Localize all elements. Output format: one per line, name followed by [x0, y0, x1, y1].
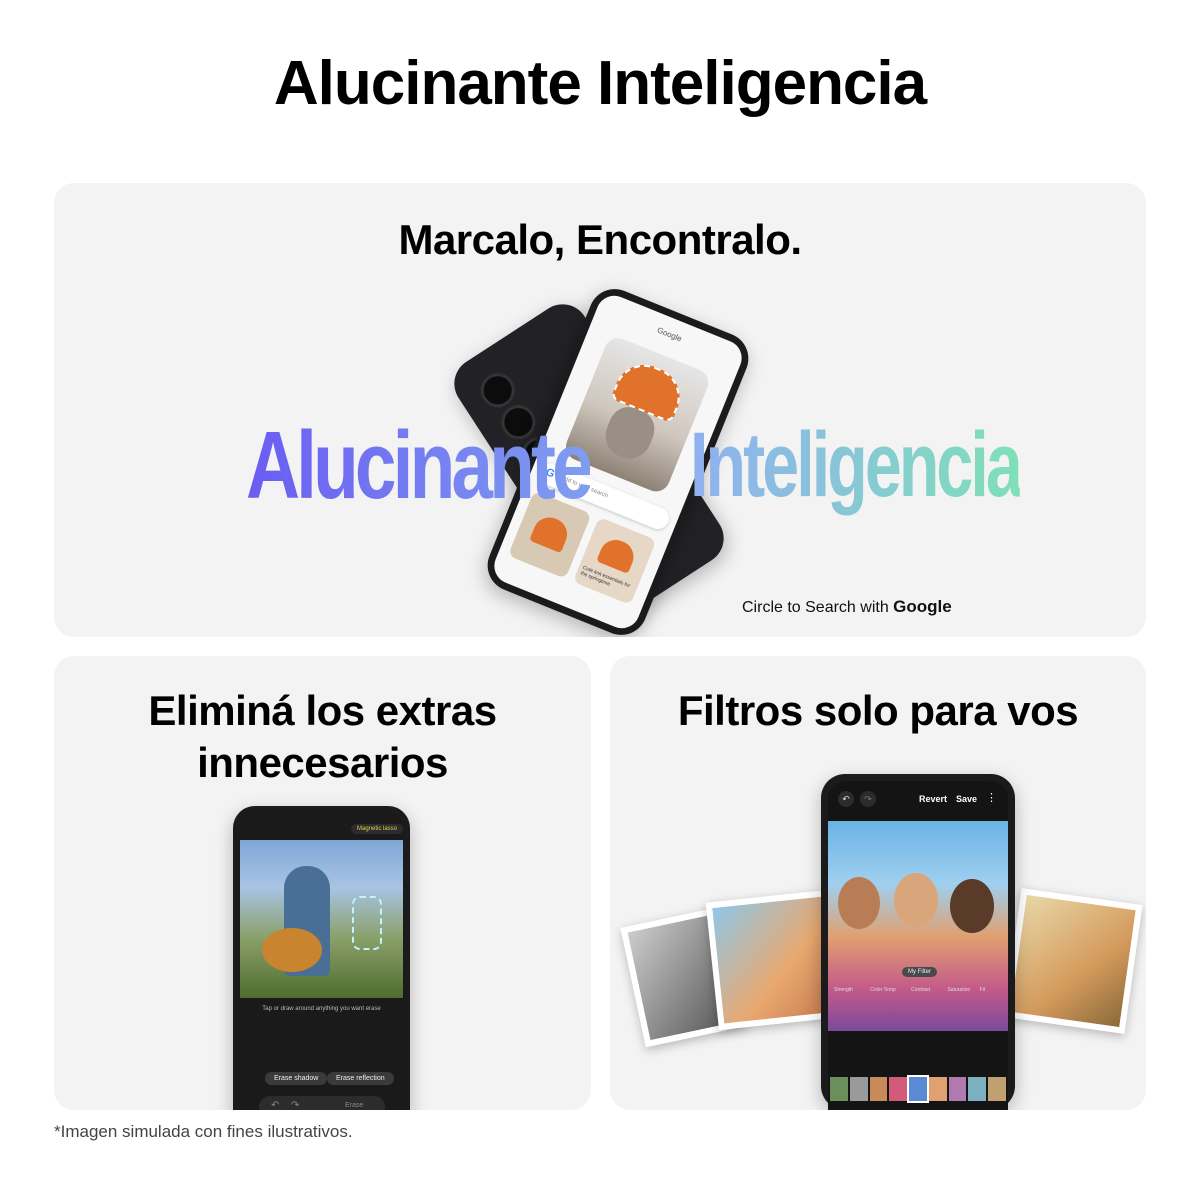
undo-icon[interactable]: ↶: [271, 1100, 279, 1110]
lasso-selection-icon: [352, 896, 382, 950]
filter-thumb[interactable]: [928, 1077, 947, 1101]
filters-phone: ↶ ↷ Revert Save ⋮ My Filter Strength Col…: [821, 774, 1015, 1110]
save-button[interactable]: Save: [956, 794, 977, 804]
filter-thumb[interactable]: [869, 1077, 888, 1101]
friends-photo: [828, 821, 1008, 1031]
filter-thumb[interactable]: [968, 1077, 987, 1101]
eraser-hint: Tap or draw around anything you want era…: [262, 1006, 381, 1012]
control-fil[interactable]: Fil: [980, 987, 985, 993]
filter-thumbnails: [830, 1075, 1007, 1103]
my-filter-chip[interactable]: My Filter: [902, 967, 937, 977]
control-color-temp[interactable]: Color Temp: [870, 987, 895, 993]
control-strength[interactable]: Strength: [834, 987, 853, 993]
photo-warm-right: [1003, 888, 1143, 1034]
hero-card: Marcalo, Encontralo. Google G Add to you…: [54, 183, 1146, 637]
main-title: Alucinante Inteligencia: [273, 49, 927, 118]
undo-icon[interactable]: ↶: [838, 791, 854, 807]
footnote: *Imagen simulada con fines ilustrativos.: [54, 1122, 353, 1141]
filter-thumb[interactable]: [907, 1075, 929, 1103]
word-inteligencia: Inteligencia: [690, 414, 1023, 516]
filter-thumb[interactable]: [988, 1077, 1007, 1101]
filters-card: Filtros solo para vos ↶ ↷ Revert Save ⋮ …: [610, 656, 1146, 1110]
erase-reflection-button[interactable]: Erase reflection: [327, 1072, 394, 1085]
filter-thumb[interactable]: [948, 1077, 967, 1101]
eraser-title-line1: Eliminá los extras: [148, 687, 497, 734]
erase-shadow-button[interactable]: Erase shadow: [265, 1072, 328, 1085]
control-saturation[interactable]: Saturation: [947, 987, 970, 993]
filter-thumb[interactable]: [849, 1077, 868, 1101]
caption-brand: Google: [893, 597, 952, 616]
redo-icon[interactable]: ↷: [291, 1100, 299, 1110]
circle-to-search-caption: Circle to Search with Google: [742, 597, 952, 617]
guitar-photo: [240, 840, 403, 998]
word-alucinante: Alucinante: [246, 412, 594, 519]
filter-controls: Strength Color Temp Contrast Saturation …: [834, 987, 1008, 993]
erase-toolbar: ↶ ↷ Erase: [259, 1096, 385, 1110]
guitar-icon: [262, 928, 322, 972]
caption-prefix: Circle to Search with: [742, 599, 889, 616]
control-contrast[interactable]: Contrast: [911, 987, 930, 993]
result-card-2[interactable]: Cute knit essentials for the springtime: [572, 516, 657, 606]
filters-title: Filtros solo para vos: [677, 687, 1079, 734]
hero-title: Marcalo, Encontralo.: [398, 216, 802, 263]
filter-thumb[interactable]: [889, 1077, 908, 1101]
more-options-icon[interactable]: ⋮: [986, 791, 997, 804]
redo-icon[interactable]: ↷: [860, 791, 876, 807]
eraser-phone: Magnetic lasso Tap or draw around anythi…: [233, 806, 410, 1110]
eraser-title-line2: innecesarios: [197, 739, 448, 786]
erase-button[interactable]: Erase: [345, 1102, 363, 1109]
filter-thumb[interactable]: [830, 1077, 848, 1101]
revert-button[interactable]: Revert: [919, 794, 947, 804]
magnetic-lasso-chip[interactable]: Magnetic lasso: [351, 824, 404, 834]
eraser-card: Eliminá los extras innecesarios Magnetic…: [54, 656, 591, 1110]
